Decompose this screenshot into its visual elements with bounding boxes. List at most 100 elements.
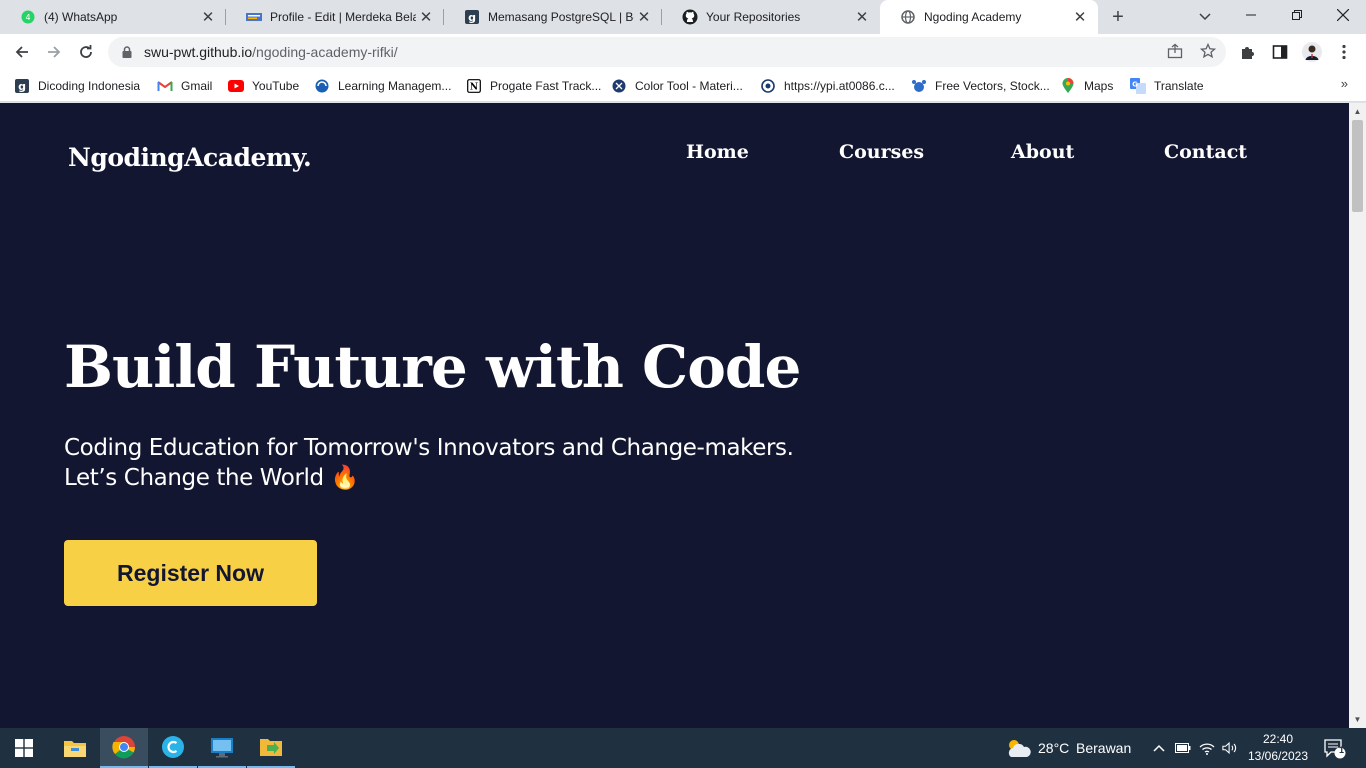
material-icon <box>611 78 627 94</box>
url-path: /ngoding-academy-rifki/ <box>252 44 398 60</box>
close-tab-icon[interactable]: ✕ <box>1070 7 1090 27</box>
nav-home[interactable]: Home <box>686 141 749 163</box>
hero-subtitle: Coding Education for Tomorrow's Innovato… <box>64 433 794 493</box>
bookmark-label: Gmail <box>181 79 213 93</box>
link-icon <box>760 78 776 94</box>
clock-time: 22:40 <box>1262 732 1294 746</box>
hero-title: Build Future with Code <box>64 333 801 401</box>
close-tab-icon[interactable]: ✕ <box>416 7 436 27</box>
address-bar[interactable]: swu-pwt.github.io/ngoding-academy-rifki/ <box>108 37 1226 67</box>
wifi-icon[interactable] <box>1199 740 1215 756</box>
bookmarks-bar: g Dicoding Indonesia Gmail YouTube Learn… <box>0 70 1366 102</box>
file-explorer-icon[interactable] <box>51 728 99 768</box>
taskbar-clock[interactable]: 22:40 13/06/2023 <box>1246 731 1310 765</box>
svg-text:g: g <box>468 11 476 24</box>
volume-icon[interactable] <box>1222 740 1238 756</box>
folder-app-icon[interactable] <box>247 728 295 768</box>
bookmark-gmail[interactable]: Gmail <box>157 76 212 96</box>
bookmark-learning-management[interactable]: Learning Managem... <box>314 76 451 96</box>
lms-icon <box>314 78 330 94</box>
bookmark-label: Dicoding Indonesia <box>38 79 141 93</box>
tab-ngoding-academy[interactable]: Ngoding Academy ✕ <box>880 0 1098 34</box>
tab-repositories[interactable]: Your Repositories ✕ <box>662 0 880 34</box>
bookmark-label: Learning Managem... <box>338 79 452 93</box>
website-viewport: NgodingAcademy. Home Courses About Conta… <box>0 103 1349 728</box>
bookmark-label: Translate <box>1154 79 1204 93</box>
close-tab-icon[interactable]: ✕ <box>634 7 654 27</box>
remote-desktop-icon[interactable] <box>198 728 246 768</box>
chevron-up-icon[interactable] <box>1151 740 1167 756</box>
github-icon <box>682 9 698 25</box>
url-host: swu-pwt.github.io <box>144 44 253 60</box>
bookmark-label: https://ypi.at0086.c... <box>784 79 895 93</box>
bookmark-label: Maps <box>1084 79 1114 93</box>
bookmarks-overflow-button[interactable]: » <box>1341 76 1348 91</box>
hero-subtitle-line-1: Coding Education for Tomorrow's Innovato… <box>64 435 794 461</box>
scrollbar-thumb[interactable] <box>1352 120 1363 212</box>
site-logo[interactable]: NgodingAcademy. <box>68 143 312 172</box>
bookmark-youtube[interactable]: YouTube <box>228 76 299 96</box>
minimize-button[interactable] <box>1228 0 1274 30</box>
new-tab-button[interactable]: + <box>1104 5 1132 29</box>
close-tab-icon[interactable]: ✕ <box>852 7 872 27</box>
translate-icon: G <box>1130 78 1146 94</box>
close-tab-icon[interactable]: ✕ <box>198 7 218 27</box>
bookmark-dicoding[interactable]: g Dicoding Indonesia <box>14 76 140 96</box>
tab-title: Memasang PostgreSQL | Bela <box>488 10 634 24</box>
bookmark-progate[interactable]: N Progate Fast Track... <box>466 76 601 96</box>
nav-about[interactable]: About <box>1011 141 1074 163</box>
kampus-merdeka-icon <box>246 9 262 25</box>
bookmark-maps[interactable]: Maps <box>1060 76 1113 96</box>
globe-icon <box>900 9 916 25</box>
bookmark-ypi[interactable]: https://ypi.at0086.c... <box>760 76 895 96</box>
tab-strip: 4 (4) WhatsApp ✕ Profile - Edit | Merdek… <box>0 0 1366 34</box>
svg-text:N: N <box>470 83 478 93</box>
tab-title: Profile - Edit | Merdeka Belaja <box>270 10 416 24</box>
register-now-button[interactable]: Register Now <box>64 540 317 606</box>
restore-button[interactable] <box>1274 0 1320 30</box>
side-panel-icon[interactable] <box>1270 42 1290 62</box>
scroll-down-icon[interactable]: ▼ <box>1349 711 1366 728</box>
bookmark-color-tool[interactable]: Color Tool - Materi... <box>611 76 743 96</box>
close-window-button[interactable] <box>1320 0 1366 30</box>
weather-icon[interactable] <box>1005 736 1031 760</box>
tab-postgresql[interactable]: g Memasang PostgreSQL | Bela ✕ <box>444 0 662 34</box>
canva-icon[interactable] <box>149 728 197 768</box>
forward-button[interactable] <box>40 38 68 66</box>
bookmark-freepik[interactable]: Free Vectors, Stock... <box>911 76 1050 96</box>
svg-text:4: 4 <box>25 13 30 22</box>
nav-contact[interactable]: Contact <box>1164 141 1247 163</box>
extensions-puzzle-icon[interactable] <box>1238 42 1258 62</box>
reload-button[interactable] <box>72 38 100 66</box>
chrome-menu-icon[interactable] <box>1334 42 1354 62</box>
tab-merdeka[interactable]: Profile - Edit | Merdeka Belaja ✕ <box>226 0 444 34</box>
tab-search-icon[interactable] <box>1194 6 1216 28</box>
lock-icon[interactable] <box>120 45 134 59</box>
share-icon[interactable] <box>1166 42 1184 60</box>
bookmark-translate[interactable]: G Translate <box>1130 76 1204 96</box>
notification-center-icon[interactable]: 1 <box>1323 738 1347 760</box>
chrome-taskbar-icon[interactable] <box>100 728 148 768</box>
battery-icon[interactable] <box>1175 740 1191 756</box>
dicoding-icon: g <box>14 78 30 94</box>
page-scrollbar[interactable]: ▲ ▼ <box>1349 103 1366 728</box>
notion-icon: N <box>466 78 482 94</box>
nav-courses[interactable]: Courses <box>839 141 924 163</box>
bookmark-label: YouTube <box>252 79 300 93</box>
notification-count-badge: 1 <box>1338 745 1344 755</box>
start-button[interactable] <box>0 728 48 768</box>
bookmark-label: Progate Fast Track... <box>490 79 602 93</box>
scroll-up-icon[interactable]: ▲ <box>1349 103 1366 120</box>
gmail-icon <box>157 78 173 94</box>
dicoding-icon: g <box>464 9 480 25</box>
back-button[interactable] <box>8 38 36 66</box>
bookmark-label: Free Vectors, Stock... <box>935 79 1050 93</box>
bookmark-star-icon[interactable] <box>1199 42 1217 60</box>
url-text: swu-pwt.github.io/ngoding-academy-rifki/ <box>144 44 398 60</box>
clock-date: 13/06/2023 <box>1247 749 1309 763</box>
youtube-icon <box>228 78 244 94</box>
weather-description: Berawan <box>1076 740 1132 756</box>
tab-whatsapp[interactable]: 4 (4) WhatsApp ✕ <box>0 0 226 34</box>
tab-title: Your Repositories <box>706 10 801 24</box>
profile-avatar[interactable] <box>1302 42 1322 62</box>
